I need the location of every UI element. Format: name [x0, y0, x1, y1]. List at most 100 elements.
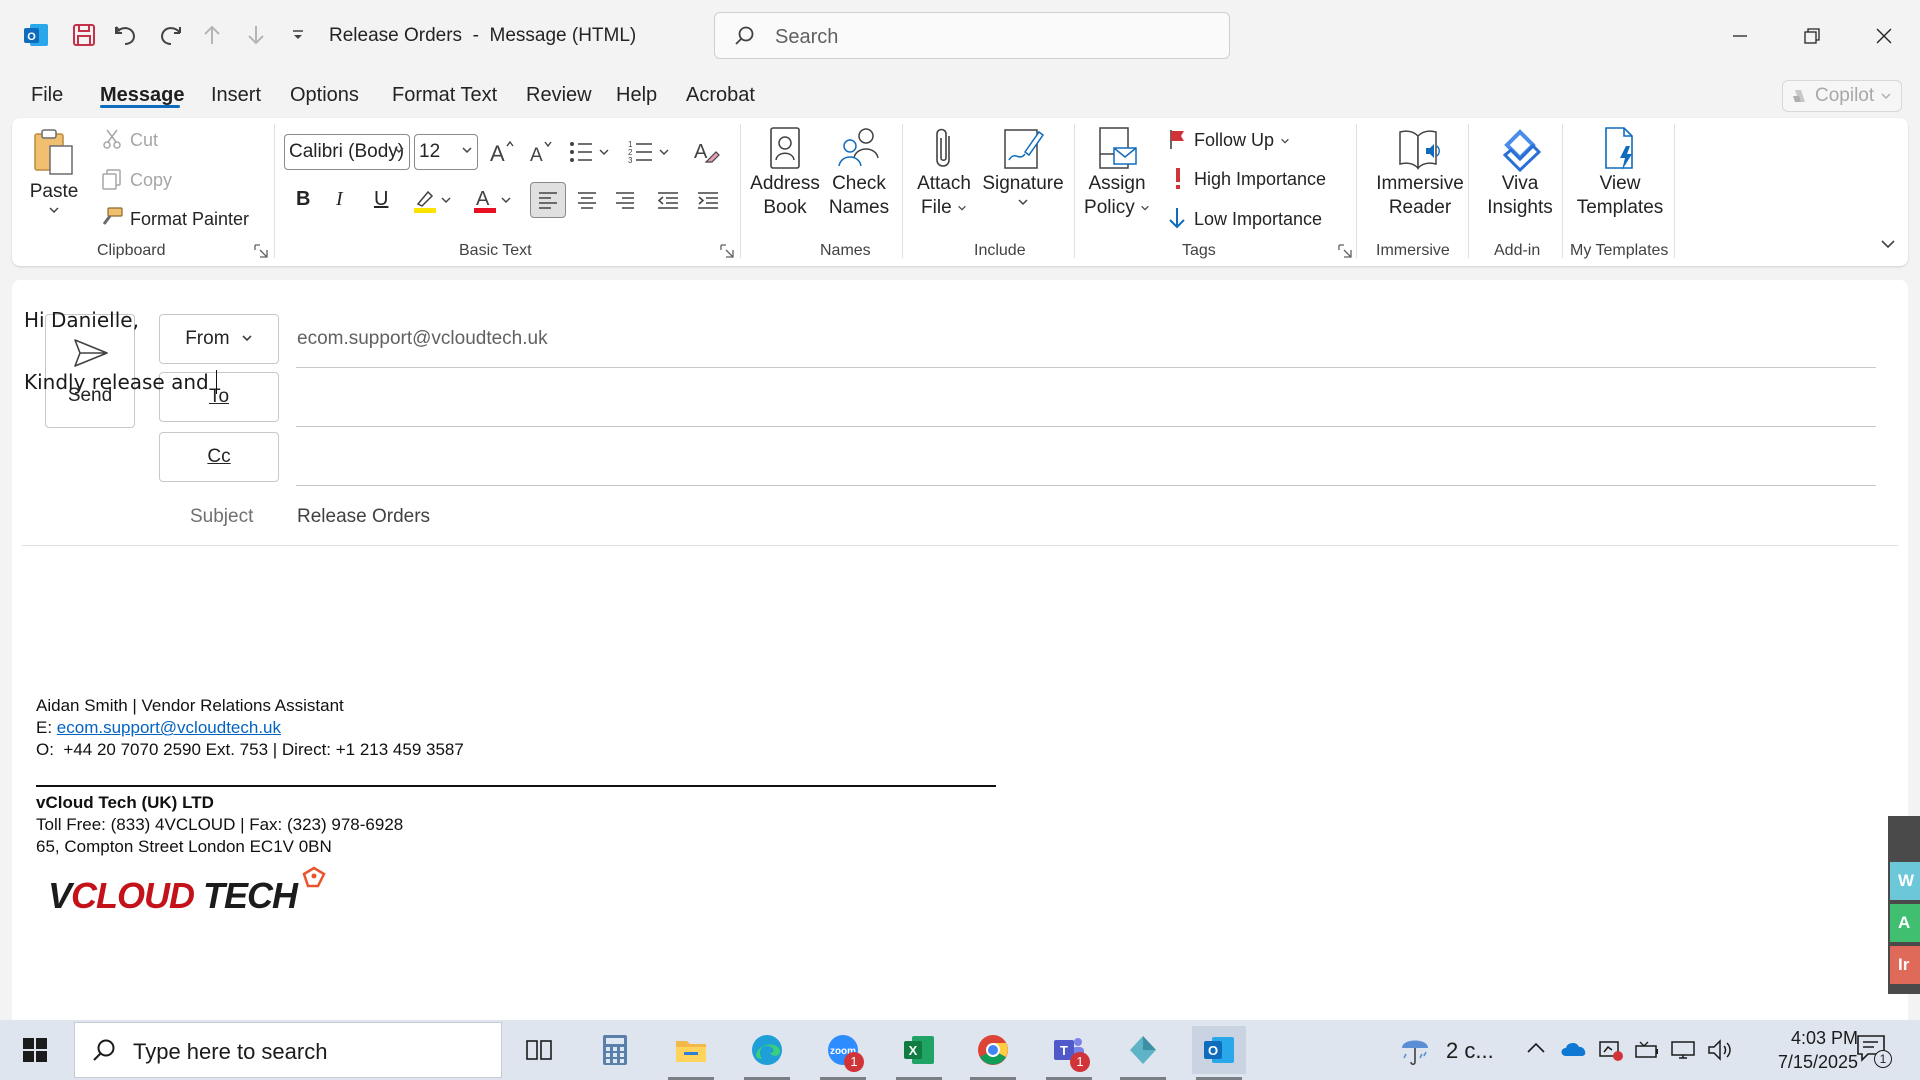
signature-email-link[interactable]: ecom.support@vcloudtech.uk: [57, 718, 281, 737]
redo-icon[interactable]: [152, 17, 188, 53]
app-diamond-icon[interactable]: [1116, 1026, 1170, 1080]
restore-button[interactable]: [1786, 14, 1838, 58]
onedrive-icon[interactable]: [1560, 1040, 1588, 1058]
signature-rule: [36, 785, 996, 787]
group-label-include: Include: [974, 242, 1026, 259]
undo-icon[interactable]: [108, 17, 144, 53]
collapse-ribbon-icon[interactable]: [1880, 238, 1896, 250]
to-field[interactable]: [296, 374, 1876, 424]
clear-formatting-icon[interactable]: A: [692, 138, 720, 166]
align-left-button[interactable]: [530, 182, 566, 218]
tab-options[interactable]: Options: [290, 84, 359, 107]
immersive-reader-label-1: Immersive: [1376, 173, 1464, 194]
customize-qat-icon[interactable]: [280, 17, 316, 53]
chrome-icon[interactable]: [966, 1026, 1020, 1080]
chevron-down-icon: [1280, 136, 1290, 146]
tab-format-text[interactable]: Format Text: [392, 84, 497, 107]
check-names-button[interactable]: Check Names: [824, 126, 894, 220]
taskbar-clock[interactable]: 4:03 PM 7/15/2025: [1748, 1026, 1858, 1074]
view-templates-button[interactable]: View Templates: [1572, 126, 1668, 220]
format-painter-button[interactable]: Format Painter: [130, 209, 249, 230]
increase-indent-icon[interactable]: [696, 191, 720, 209]
message-body[interactable]: Hi Danielle, Kindly release and ​: [12, 308, 1892, 1018]
align-center-icon[interactable]: [576, 191, 598, 209]
copilot-button[interactable]: Copilot: [1782, 80, 1902, 112]
shrink-font-icon[interactable]: A: [528, 138, 556, 166]
low-importance-button[interactable]: Low Importance: [1194, 209, 1322, 230]
save-icon[interactable]: [66, 17, 102, 53]
task-view-icon[interactable]: [512, 1026, 566, 1074]
group-divider: [274, 124, 275, 258]
side-tab-a[interactable]: A: [1890, 904, 1920, 942]
weather-icon[interactable]: [1398, 1032, 1434, 1068]
signature-address: 65, Compton Street London EC1V 0BN: [36, 837, 332, 856]
outlook-taskbar-icon[interactable]: O: [1192, 1026, 1246, 1080]
chevron-up-icon[interactable]: [1526, 1040, 1546, 1056]
subject-field[interactable]: Release Orders: [297, 506, 430, 528]
font-size-combo[interactable]: 12: [414, 134, 478, 170]
bullets-icon[interactable]: [568, 138, 612, 166]
from-button[interactable]: From: [159, 314, 279, 364]
signature-button[interactable]: Signature: [980, 126, 1066, 208]
viva-insights-label-2: Insights: [1487, 197, 1553, 218]
up-arrow-icon[interactable]: [194, 17, 230, 53]
tab-acrobat[interactable]: Acrobat: [686, 84, 755, 107]
notification-center-icon[interactable]: 1: [1856, 1034, 1892, 1070]
underline-button[interactable]: U: [374, 188, 388, 211]
font-name-combo[interactable]: Calibri (Body): [284, 134, 410, 170]
cc-button[interactable]: Cc: [159, 432, 279, 482]
svg-text:A: A: [490, 141, 505, 166]
immersive-reader-button[interactable]: Immersive Reader: [1366, 126, 1474, 220]
svg-text:X: X: [909, 1043, 918, 1058]
highlight-icon[interactable]: [410, 186, 454, 216]
calculator-icon[interactable]: [588, 1026, 642, 1074]
high-importance-button[interactable]: High Importance: [1194, 169, 1326, 190]
outlook-app-icon[interactable]: O: [18, 17, 54, 53]
assign-policy-button[interactable]: Assign Policy: [1084, 126, 1150, 220]
bold-button[interactable]: B: [296, 188, 310, 211]
send-icon: [72, 337, 110, 369]
excel-icon[interactable]: X: [892, 1026, 946, 1080]
compose-pane: Send From ecom.support@vcloudtech.uk To …: [12, 280, 1908, 1020]
close-button[interactable]: [1858, 14, 1910, 58]
tab-file[interactable]: File: [31, 84, 63, 107]
side-tab-w[interactable]: W: [1890, 862, 1920, 900]
battery-icon[interactable]: [1634, 1040, 1660, 1060]
address-book-button[interactable]: Address Book: [750, 126, 820, 220]
copy-button[interactable]: Copy: [130, 170, 172, 191]
cut-button[interactable]: Cut: [130, 130, 158, 151]
tab-message[interactable]: Message: [100, 84, 185, 107]
numbering-icon[interactable]: 123: [628, 138, 672, 166]
edge-browser-icon[interactable]: [740, 1026, 794, 1080]
follow-up-button[interactable]: Follow Up: [1194, 130, 1290, 151]
font-color-icon[interactable]: A: [470, 186, 514, 216]
copy-icon: [100, 168, 124, 190]
volume-icon[interactable]: [1706, 1038, 1734, 1062]
side-tab-ir[interactable]: Ir: [1890, 946, 1920, 984]
minimize-button[interactable]: [1714, 14, 1766, 58]
italic-button[interactable]: I: [336, 188, 343, 211]
viva-insights-button[interactable]: Viva Insights: [1478, 126, 1562, 220]
tab-help[interactable]: Help: [616, 84, 657, 107]
attach-file-button[interactable]: Attach File: [912, 126, 976, 220]
taskbar-search-input[interactable]: Type here to search: [74, 1022, 502, 1078]
dialog-launcher-icon[interactable]: [254, 244, 268, 258]
grow-font-icon[interactable]: A: [488, 138, 516, 166]
network-icon[interactable]: [1670, 1040, 1696, 1060]
cc-field[interactable]: [296, 434, 1876, 484]
security-icon[interactable]: [1598, 1038, 1624, 1062]
dialog-launcher-icon[interactable]: [1338, 244, 1352, 258]
paste-button[interactable]: Paste: [26, 128, 82, 216]
svg-text:T: T: [1060, 1043, 1068, 1058]
decrease-indent-icon[interactable]: [656, 191, 680, 209]
zoom-app-icon[interactable]: zoom 1: [816, 1026, 870, 1080]
tab-review[interactable]: Review: [526, 84, 592, 107]
search-input[interactable]: Search: [714, 12, 1230, 59]
tab-insert[interactable]: Insert: [211, 84, 261, 107]
dialog-launcher-icon[interactable]: [720, 244, 734, 258]
file-explorer-icon[interactable]: [664, 1026, 718, 1080]
down-arrow-icon[interactable]: [238, 17, 274, 53]
align-right-icon[interactable]: [614, 191, 636, 209]
teams-icon[interactable]: T 1: [1042, 1026, 1096, 1080]
windows-start-icon[interactable]: [8, 1026, 62, 1074]
